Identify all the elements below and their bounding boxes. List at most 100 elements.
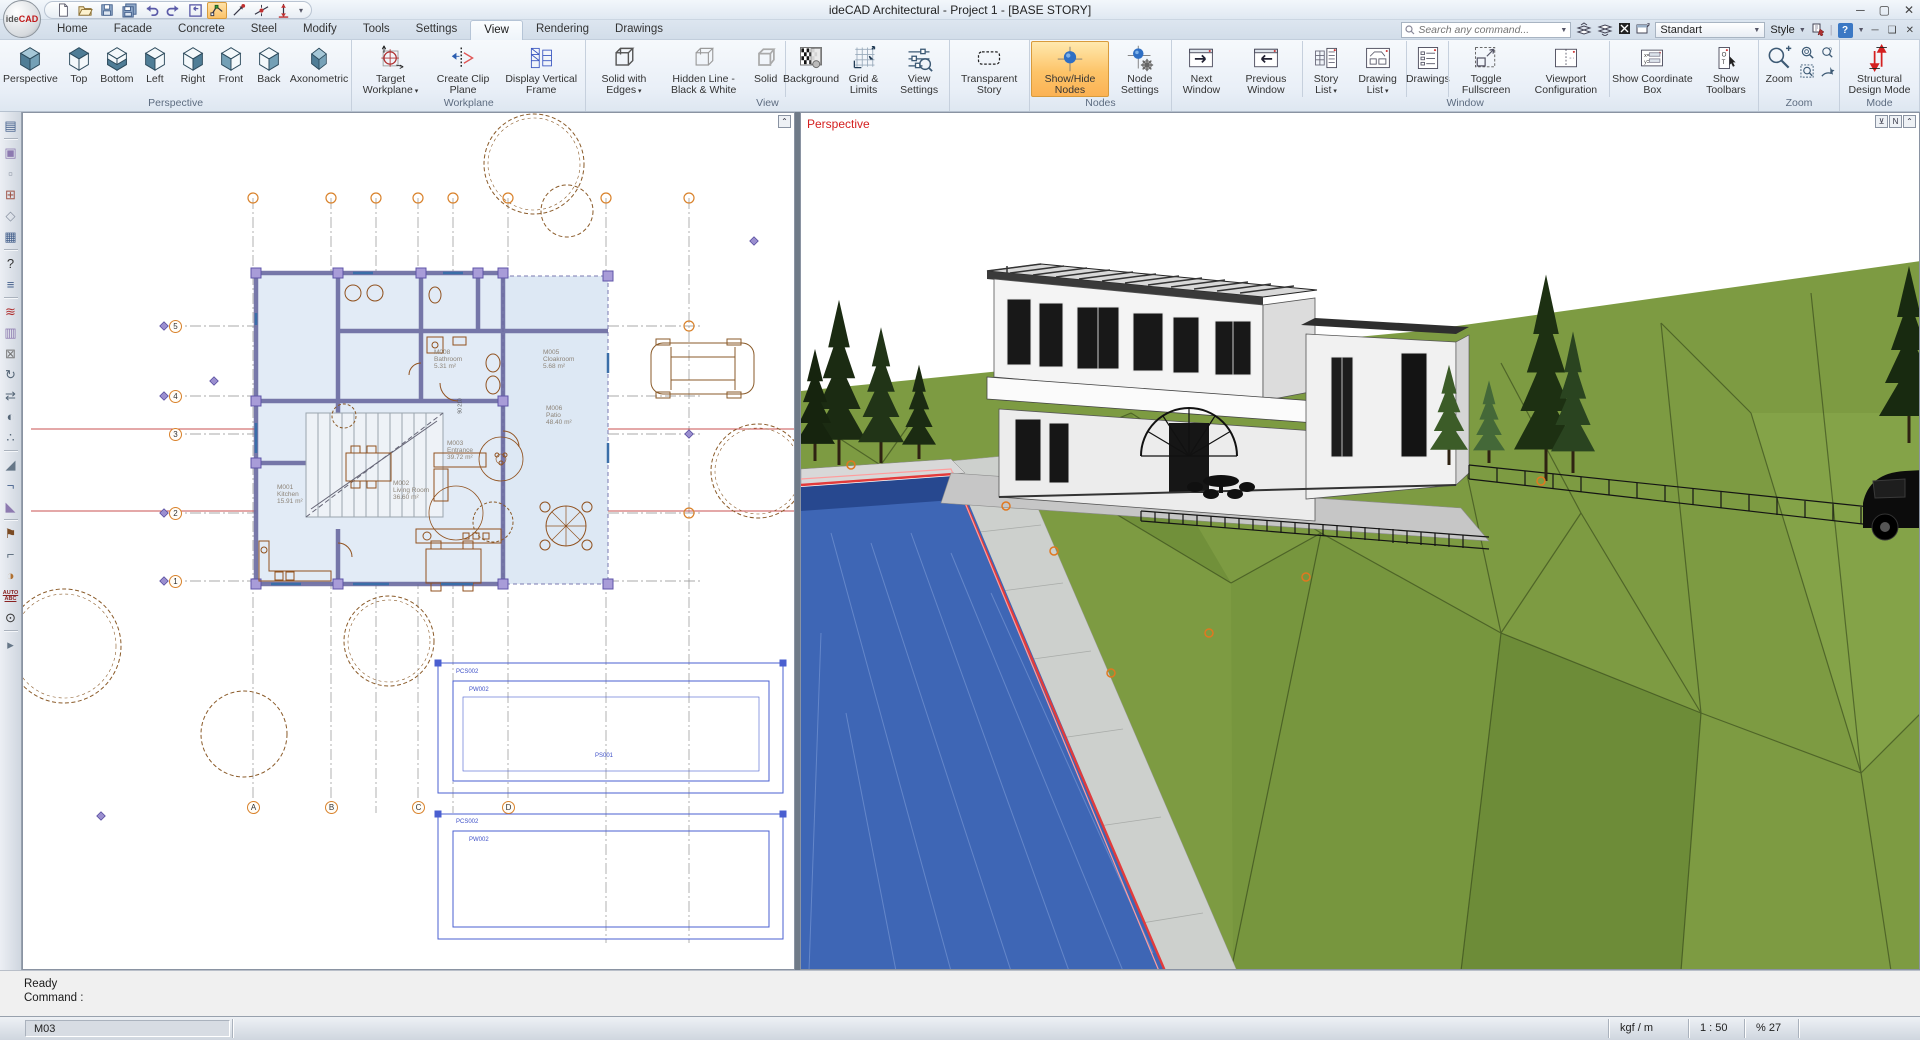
insert-node-button[interactable] [251,2,271,19]
open-file-button[interactable] [75,2,95,19]
edit-nodes-button[interactable] [207,2,227,19]
save-button[interactable] [97,2,117,19]
measure-tool-icon[interactable]: ⚑ [1,523,21,544]
child-close-button[interactable]: ✕ [1906,25,1914,36]
back-button[interactable]: Back [250,41,288,97]
next-window-button[interactable]: Next Window [1173,41,1229,97]
new-file-button[interactable] [53,2,73,19]
viewport-normal-button[interactable]: N [1889,115,1902,128]
zoom-window-button[interactable] [1798,62,1818,81]
grid-limits-button[interactable]: Grid & Limits [836,41,890,97]
perspective-drawing[interactable] [801,113,1920,970]
display-vertical-frame-button[interactable]: Display Vertical Frame [498,41,584,97]
previous-window-button[interactable]: Previous Window [1230,41,1303,97]
create-clip-plane-button[interactable]: Create Clip Plane [428,41,498,97]
select-window-icon[interactable]: ▫ [1,163,21,184]
paste-objects-icon[interactable]: ⊠ [1,343,21,364]
tab-facade[interactable]: Facade [101,20,165,40]
command-area[interactable]: Ready Command : [0,970,1920,1016]
auto-label-icon[interactable]: AUTOABC [1,586,21,607]
minimize-button[interactable]: ─ [1856,0,1865,20]
bottom-button[interactable]: Bottom [98,41,136,97]
node-points-icon[interactable]: ∴ [1,427,21,448]
zoom-preview-button[interactable]: Q [1818,43,1838,62]
zoom-sketch-button[interactable] [1818,62,1838,81]
show-hide-nodes-button[interactable]: Show/Hide Nodes [1031,41,1110,97]
maximize-button[interactable]: ▢ [1879,0,1890,20]
move-node-button[interactable] [229,2,249,19]
offset-tool-icon[interactable]: ◐ [1,406,21,427]
drawings-button[interactable]: Drawings [1406,41,1448,97]
tab-rendering[interactable]: Rendering [523,20,602,40]
solid-with-edges-button[interactable]: Solid with Edges ▾ [587,41,660,97]
left-button[interactable]: Left [136,41,174,97]
search-input[interactable] [1418,24,1557,36]
trim-tool-icon[interactable]: ◢ [1,454,21,475]
show-toolbars-button[interactable]: OTShow Toolbars [1695,41,1757,97]
top-button[interactable]: Top [60,41,98,97]
solid-button[interactable]: Solid [747,41,785,97]
structural-design-mode-button[interactable]: Structural Design Mode [1841,41,1918,97]
viewport-split-button[interactable]: ⊻ [1875,115,1888,128]
corner-select-icon[interactable]: ⌐ [1,544,21,565]
tab-drawings[interactable]: Drawings [602,20,676,40]
find-tool-icon[interactable]: ⊙ [1,607,21,628]
child-restore-button[interactable]: ❑ [1888,25,1897,36]
collapse-pane-button[interactable]: ⌃ [778,115,791,128]
standard-toolbar-combo[interactable]: Standart▼ [1655,22,1765,38]
view-settings-button[interactable]: View Settings [891,41,948,97]
copy-objects-icon[interactable]: ▥ [1,322,21,343]
divide-tool-icon[interactable]: ¬ [1,475,21,496]
background-button[interactable]: Background [785,41,837,97]
properties-editor-icon[interactable]: ▤ [1,115,21,136]
tab-concrete[interactable]: Concrete [165,20,238,40]
tab-view[interactable]: View [470,20,523,40]
search-dropdown-arrow[interactable]: ▼ [1560,27,1567,34]
edit-node-tool-icon[interactable]: ⊞ [1,184,21,205]
viewport-expand-button[interactable]: ⌃ [1903,115,1916,128]
rotate-tool-icon[interactable]: ↻ [1,364,21,385]
target-workplane-button[interactable]: Target Workplane ▾ [353,41,428,97]
send-backward-icon[interactable] [1597,22,1613,39]
help-button[interactable]: ? [1838,23,1853,38]
zoom-button[interactable]: Zoom [1760,41,1798,97]
bring-forward-icon[interactable] [1576,22,1592,39]
toolbar-expand-icon[interactable]: ▸ [1,634,21,655]
statusbar-scale[interactable]: 1 : 50 [1692,1020,1744,1037]
zoom-extents-button[interactable] [1798,43,1818,62]
select-similar-icon[interactable]: ◇ [1,205,21,226]
statusbar-zoom[interactable]: % 27 [1748,1020,1798,1037]
node-settings-button[interactable]: Node Settings [1109,41,1170,97]
section-tool-icon[interactable]: ≋ [1,301,21,322]
story-list-button[interactable]: Story List ▾ [1302,41,1349,97]
app-logo[interactable]: ideCAD [3,0,41,38]
paint-properties-icon[interactable]: ◑ [1,565,21,586]
help-dropdown-arrow[interactable]: ▼ [1858,27,1865,34]
report-list-icon[interactable]: ≡ [1,274,21,295]
transparent-story-button[interactable]: Transparent Story [951,41,1028,97]
toggle-fullscreen-button[interactable]: Toggle Fullscreen [1448,41,1523,97]
front-button[interactable]: Front [212,41,250,97]
command-prompt[interactable]: Command : [24,991,1920,1005]
viewport-configuration-button[interactable]: Viewport Configuration [1523,41,1609,97]
show-coordinate-box-button[interactable]: x=y=Show Coordinate Box [1609,41,1695,97]
tab-settings[interactable]: Settings [403,20,471,40]
grid-table-tool-icon[interactable]: ▦ [1,226,21,247]
plan-viewport[interactable]: ⌃ M008 Bathroom 5.31 m²M005 Cloakroom 5.… [22,112,795,970]
hidden-line-black-white-button[interactable]: Hidden Line - Black & White [661,41,747,97]
float-window-icon[interactable] [1636,23,1650,38]
object-info-icon[interactable]: ? [1,253,21,274]
drawing-list-button[interactable]: Drawing List ▾ [1349,41,1406,97]
toolbar-options-arrow[interactable]: ▾ [299,6,303,15]
tab-modify[interactable]: Modify [290,20,350,40]
select-objects-icon[interactable]: ▣ [1,142,21,163]
redo-button[interactable] [163,2,183,19]
tab-tools[interactable]: Tools [350,20,403,40]
statusbar-command-field[interactable]: M03 [25,1020,230,1037]
right-button[interactable]: Right [174,41,212,97]
perspective-button[interactable]: Perspective [1,41,60,97]
save-all-button[interactable] [119,2,139,19]
statusbar-unit[interactable]: kgf / m [1612,1020,1688,1037]
format-painter-icon[interactable] [1811,22,1825,39]
perspective-viewport[interactable]: Perspective ⊻N⌃ [800,112,1920,970]
